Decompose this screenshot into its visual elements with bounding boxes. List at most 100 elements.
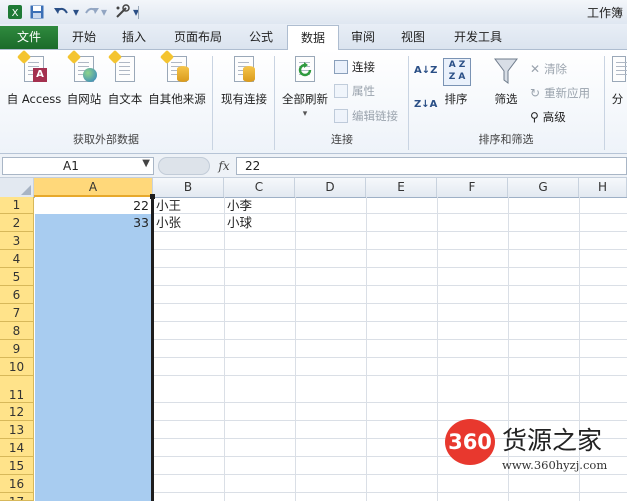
connections-icon	[334, 60, 348, 74]
row-header-14[interactable]: 14	[0, 439, 34, 457]
reapply-button[interactable]: ↻ 重新应用	[530, 85, 590, 101]
row-header-17[interactable]: 17	[0, 493, 34, 501]
row-header-5[interactable]: 5	[0, 268, 34, 286]
edit-links-button[interactable]: 编辑链接	[334, 108, 398, 124]
advanced-label: 高级	[542, 110, 566, 124]
customize-icon[interactable]	[112, 3, 132, 20]
properties-icon	[334, 84, 348, 98]
edit-links-label: 编辑链接	[352, 109, 398, 123]
cell-a1[interactable]: 22	[36, 197, 149, 214]
cell-a2[interactable]: 33	[36, 214, 149, 231]
group-divider	[604, 56, 605, 150]
sort-az-icon: A↓Z	[414, 65, 438, 76]
refresh-icon	[292, 56, 318, 86]
tab-data[interactable]: 数据	[287, 25, 339, 50]
tab-home[interactable]: 开始	[60, 27, 108, 48]
refresh-all-label: 全部刷新	[282, 92, 328, 106]
name-box-dropdown-icon[interactable]: ▼	[142, 158, 150, 169]
connections-button[interactable]: 连接	[334, 59, 375, 75]
column-header-d[interactable]: D	[295, 178, 366, 197]
filter-button[interactable]: 筛选	[486, 56, 526, 107]
column-header-e[interactable]: E	[366, 178, 437, 197]
sort-label: 排序	[444, 92, 468, 106]
tab-insert[interactable]: 插入	[110, 27, 158, 48]
clear-button[interactable]: ✕ 清除	[530, 61, 567, 77]
tab-developer[interactable]: 开发工具	[442, 27, 514, 48]
from-web-label: 自网站	[66, 92, 102, 106]
formula-input[interactable]: 22	[236, 157, 627, 175]
row-header-15[interactable]: 15	[0, 457, 34, 475]
cell-c1[interactable]: 小李	[227, 197, 252, 214]
properties-button[interactable]: 属性	[334, 83, 375, 99]
sort-descending-button[interactable]: Z↓A	[414, 100, 437, 110]
refresh-all-button[interactable]: 全部刷新 ▾	[278, 56, 332, 119]
row-header-6[interactable]: 6	[0, 286, 34, 304]
row-header-13[interactable]: 13	[0, 421, 34, 439]
row-header-10[interactable]: 10	[0, 358, 34, 376]
from-web-button[interactable]: 自网站	[64, 49, 104, 107]
group-label-connections: 连接	[331, 133, 353, 146]
formula-bar-resize-handle[interactable]	[158, 157, 210, 175]
data-tools-partial-button[interactable]: 分	[608, 56, 627, 107]
cell-c2[interactable]: 小球	[227, 214, 252, 231]
save-icon[interactable]	[28, 3, 46, 20]
column-header-f[interactable]: F	[437, 178, 508, 197]
row-header-12[interactable]: 12	[0, 403, 34, 421]
undo-dropdown-icon[interactable]: ▾	[72, 3, 80, 20]
insert-function-button[interactable]: fx	[214, 157, 234, 175]
tab-file[interactable]: 文件	[0, 26, 58, 49]
sort-button[interactable]: A ZZ A 排序	[438, 56, 474, 107]
clear-filter-icon: ✕	[530, 62, 541, 76]
redo-icon[interactable]	[82, 3, 102, 20]
grid-line	[154, 267, 627, 268]
tab-review[interactable]: 审阅	[340, 27, 386, 48]
connections-label: 连接	[352, 60, 375, 74]
from-text-button[interactable]: 自文本	[105, 49, 145, 107]
existing-connections-button[interactable]: 现有连接	[216, 56, 272, 107]
row-header-2[interactable]: 2	[0, 214, 34, 232]
data-tools-icon	[608, 56, 627, 86]
tab-view[interactable]: 视图	[390, 27, 436, 48]
row-header-3[interactable]: 3	[0, 232, 34, 250]
column-a-selection	[35, 197, 152, 501]
sort-ascending-button[interactable]: A↓Z	[414, 65, 438, 76]
properties-label: 属性	[352, 84, 375, 98]
from-access-button[interactable]: A 自 Access	[3, 49, 65, 107]
database-icon	[159, 49, 190, 86]
row-header-16[interactable]: 16	[0, 475, 34, 493]
row-header-8[interactable]: 8	[0, 322, 34, 340]
group-divider	[408, 56, 409, 150]
cell-b1[interactable]: 小王	[156, 197, 181, 214]
column-header-g[interactable]: G	[508, 178, 579, 197]
name-box[interactable]: A1 ▼	[2, 157, 154, 175]
grid-line	[154, 492, 627, 493]
row-header-4[interactable]: 4	[0, 250, 34, 268]
from-other-sources-button[interactable]: 自其他来源	[146, 49, 208, 107]
tab-page-layout[interactable]: 页面布局	[160, 27, 236, 48]
group-label-get-external-data: 获取外部数据	[73, 133, 139, 146]
advanced-button[interactable]: ⚲ 高级	[530, 109, 566, 125]
row-header-11[interactable]: 11	[0, 376, 34, 403]
column-header-a[interactable]: A	[34, 178, 153, 197]
grid-line	[154, 339, 627, 340]
column-header-h[interactable]: H	[579, 178, 627, 197]
row-header-9[interactable]: 9	[0, 340, 34, 358]
window-title: 工作簿	[587, 6, 624, 20]
grid-line	[154, 474, 627, 475]
row-header-1[interactable]: 1	[0, 197, 34, 214]
fill-handle[interactable]	[150, 194, 155, 199]
group-divider	[212, 56, 213, 150]
column-header-b[interactable]: B	[153, 178, 224, 197]
refresh-dropdown-icon[interactable]: ▾	[303, 109, 308, 119]
fx-icon: fx	[218, 159, 230, 173]
column-header-c[interactable]: C	[224, 178, 295, 197]
cell-b2[interactable]: 小张	[156, 214, 181, 231]
row-header-7[interactable]: 7	[0, 304, 34, 322]
redo-dropdown-icon[interactable]: ▾	[100, 3, 108, 20]
tab-formulas[interactable]: 公式	[238, 27, 284, 48]
data-tools-partial-label: 分	[611, 92, 624, 106]
undo-icon[interactable]	[50, 3, 72, 20]
select-all-button[interactable]	[0, 178, 34, 197]
excel-logo-icon: X	[6, 3, 24, 20]
svg-text:X: X	[12, 8, 19, 19]
